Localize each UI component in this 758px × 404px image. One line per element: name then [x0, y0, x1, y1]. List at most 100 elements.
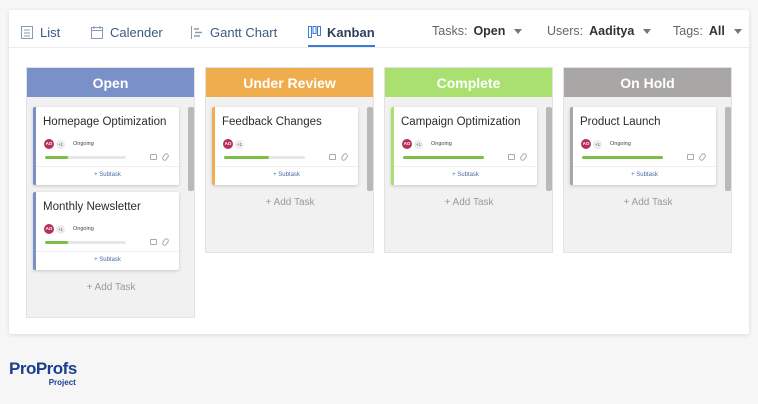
comment-icon[interactable]	[150, 239, 157, 245]
comment-icon[interactable]	[687, 154, 694, 160]
tasks-filter[interactable]: Tasks: Open	[432, 22, 523, 40]
progress-bar	[45, 156, 126, 159]
task-title: Homepage Optimization	[43, 116, 167, 128]
tags-filter-label: Tags:	[673, 24, 703, 38]
column-scrollbar[interactable]	[546, 107, 552, 191]
list-icon	[21, 25, 34, 39]
avatar[interactable]: AO	[581, 139, 591, 149]
comment-icon[interactable]	[150, 154, 157, 160]
column-complete: Complete Campaign Optimization AO +1 Ong…	[384, 67, 553, 253]
attachment-icon[interactable]	[698, 152, 707, 162]
kanban-icon	[308, 25, 321, 39]
tab-kanban[interactable]: Kanban	[308, 22, 375, 47]
tab-list[interactable]: List	[21, 22, 60, 42]
tags-filter-value: All	[708, 24, 725, 38]
tab-calendar[interactable]: Calender	[91, 22, 163, 42]
column-scrollbar[interactable]	[367, 107, 373, 191]
column-body: Product Launch AO +1 Ongoing + Subtask +…	[564, 97, 731, 252]
tab-kanban-label: Kanban	[327, 24, 375, 40]
column-scrollbar[interactable]	[725, 107, 731, 191]
view-toolbar: List Calender Gantt Chart Kanban Tasks: …	[9, 10, 749, 48]
progress-fill	[403, 156, 484, 159]
column-body: Campaign Optimization AO +1 Ongoing + Su…	[385, 97, 552, 252]
tasks-filter-value: Open	[473, 24, 506, 38]
assignee-count[interactable]: +1	[593, 140, 602, 149]
column-header: Complete	[385, 68, 552, 97]
column-under-review: Under Review Feedback Changes AO +1 + Su…	[205, 67, 374, 253]
comment-icon[interactable]	[329, 154, 336, 160]
column-body: Feedback Changes AO +1 + Subtask + Add T…	[206, 97, 373, 252]
tab-list-label: List	[40, 24, 61, 40]
assignee-count[interactable]: +1	[56, 140, 65, 149]
column-on-hold: On Hold Product Launch AO +1 Ongoing + S…	[563, 67, 732, 253]
tasks-filter-label: Tasks:	[432, 24, 468, 38]
add-subtask-button[interactable]: + Subtask	[36, 166, 179, 185]
add-subtask-button[interactable]: + Subtask	[36, 251, 179, 270]
logo-pro: Pro	[9, 359, 36, 378]
add-subtask-button[interactable]: + Subtask	[394, 166, 537, 185]
add-subtask-button[interactable]: + Subtask	[573, 166, 716, 185]
task-title: Product Launch	[580, 116, 661, 128]
avatar[interactable]: AO	[44, 139, 54, 149]
progress-fill	[45, 241, 68, 244]
assignee-count[interactable]: +1	[414, 140, 423, 149]
column-scrollbar[interactable]	[188, 107, 194, 191]
tags-filter[interactable]: Tags: All	[673, 22, 742, 40]
progress-bar	[224, 156, 305, 159]
tab-gantt-chart[interactable]: Gantt Chart	[191, 22, 277, 42]
status-text: Ongoing	[73, 226, 94, 232]
logo-subtitle: Project	[48, 378, 76, 387]
task-card[interactable]: Campaign Optimization AO +1 Ongoing + Su…	[391, 107, 537, 185]
add-task-button[interactable]: + Add Task	[570, 197, 726, 208]
column-body: Homepage Optimization AO +1 Ongoing + Su…	[27, 97, 194, 317]
task-title: Feedback Changes	[222, 116, 322, 128]
status-text: Ongoing	[610, 141, 631, 147]
progress-fill	[224, 156, 269, 159]
attachment-icon[interactable]	[161, 237, 170, 247]
column-open: Open Homepage Optimization AO +1 Ongoing…	[26, 67, 195, 318]
task-title: Monthly Newsletter	[43, 201, 141, 213]
task-card[interactable]: Feedback Changes AO +1 + Subtask	[212, 107, 358, 185]
assignee-count[interactable]: +1	[235, 140, 244, 149]
users-filter-label: Users:	[547, 24, 584, 38]
attachment-icon[interactable]	[519, 152, 528, 162]
users-filter[interactable]: Users: Aaditya	[547, 22, 652, 40]
attachment-icon[interactable]	[340, 152, 349, 162]
logo-profs: Profs	[35, 359, 77, 378]
chevron-down-icon	[643, 28, 652, 34]
status-text: Ongoing	[73, 141, 94, 147]
tab-gantt-label: Gantt Chart	[210, 24, 278, 40]
avatar[interactable]: AO	[44, 224, 54, 234]
add-task-button[interactable]: + Add Task	[212, 197, 368, 208]
logo-wordmark: ProProfs	[9, 360, 77, 377]
tab-calendar-label: Calender	[110, 24, 163, 40]
attachment-icon[interactable]	[161, 152, 170, 162]
progress-fill	[45, 156, 68, 159]
avatar[interactable]: AO	[402, 139, 412, 149]
calendar-icon	[91, 25, 104, 39]
column-header: Open	[27, 68, 194, 97]
gantt-icon	[191, 25, 204, 39]
column-header: Under Review	[206, 68, 373, 97]
add-task-button[interactable]: + Add Task	[33, 282, 189, 293]
add-task-button[interactable]: + Add Task	[391, 197, 547, 208]
task-card[interactable]: Monthly Newsletter AO +1 Ongoing + Subta…	[33, 192, 179, 270]
task-title: Campaign Optimization	[401, 116, 521, 128]
progress-bar	[45, 241, 126, 244]
task-card[interactable]: Homepage Optimization AO +1 Ongoing + Su…	[33, 107, 179, 185]
progress-bar	[403, 156, 484, 159]
assignee-count[interactable]: +1	[56, 225, 65, 234]
proprofs-logo: ProProfs Project	[9, 360, 77, 387]
comment-icon[interactable]	[508, 154, 515, 160]
status-text: Ongoing	[431, 141, 452, 147]
chevron-down-icon	[514, 28, 523, 34]
avatar[interactable]: AO	[223, 139, 233, 149]
kanban-panel: List Calender Gantt Chart Kanban Tasks: …	[9, 10, 749, 334]
progress-bar	[582, 156, 663, 159]
users-filter-value: Aaditya	[589, 24, 635, 38]
add-subtask-button[interactable]: + Subtask	[215, 166, 358, 185]
column-header: On Hold	[564, 68, 731, 97]
progress-fill	[582, 156, 663, 159]
chevron-down-icon	[733, 28, 742, 34]
task-card[interactable]: Product Launch AO +1 Ongoing + Subtask	[570, 107, 716, 185]
